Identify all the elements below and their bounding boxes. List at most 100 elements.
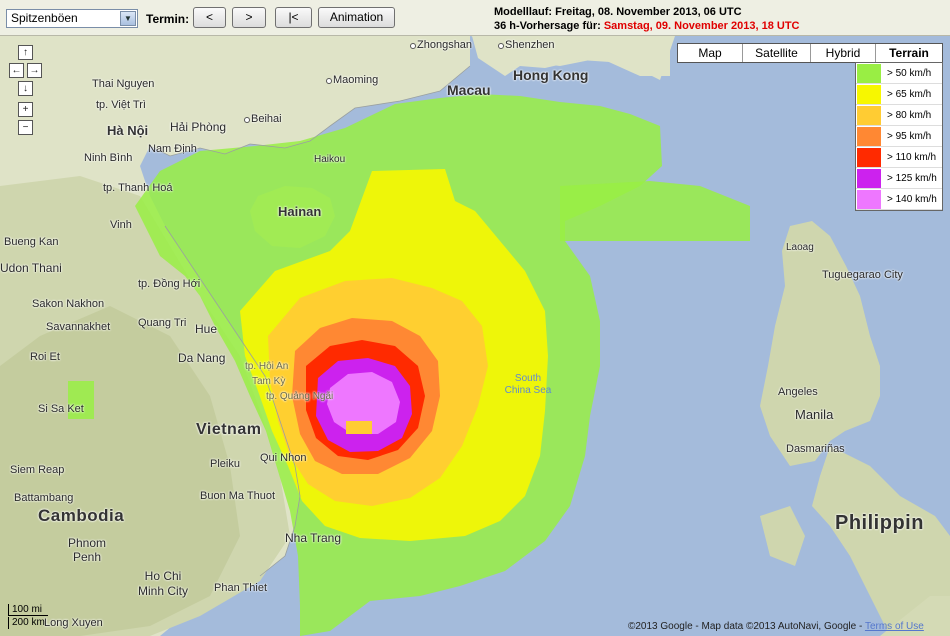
pan-up-button[interactable]: ↑: [18, 45, 33, 60]
label-vinh: Vinh: [110, 219, 132, 231]
forecast-line: 36 h-Vorhersage für: Samstag, 09. Novemb…: [494, 19, 799, 33]
label-long-xuyen: Long Xuyen: [44, 617, 103, 629]
scale-bar: 100 mi 200 km: [8, 604, 52, 629]
label-ho-chi-minh-city: Ho Chi Minh City: [137, 569, 188, 598]
map-type-satellite[interactable]: Satellite: [743, 44, 811, 62]
label-sakon-nakhon: Sakon Nakhon: [32, 298, 105, 310]
next-button[interactable]: >: [232, 7, 266, 28]
prev-button[interactable]: <: [193, 7, 226, 28]
label-quang-ngai: tp. Quảng Ngãi: [266, 391, 334, 402]
pan-down-button[interactable]: ↓: [18, 81, 33, 96]
label-da-nang: Da Nang: [178, 351, 226, 365]
label-pleiku: Pleiku: [210, 458, 240, 470]
label-roi-et: Roi Et: [30, 351, 60, 363]
label-haikou: Haikou: [314, 154, 346, 165]
label-phnom-penh: Phnom Penh: [67, 536, 107, 564]
copyright-text: ©2013 Google - Map data ©2013 AutoNavi, …: [628, 621, 865, 632]
label-siem-reap: Siem Reap: [10, 464, 65, 476]
legend-row: > 110 km/h: [856, 147, 942, 168]
label-quang-tri: Quang Tri: [138, 317, 187, 329]
run-info: Modelllauf: Freitag, 08. November 2013, …: [494, 5, 799, 33]
label-hai-phong: Hải Phòng: [170, 120, 227, 134]
label-beihai: Beihai: [244, 113, 282, 125]
label-south-china-sea: South China Sea: [504, 373, 552, 396]
legend-label: > 50 km/h: [887, 67, 932, 79]
label-hue: Hue: [195, 322, 218, 336]
legend-label: > 110 km/h: [887, 151, 937, 163]
label-nha-trang: Nha Trang: [285, 531, 342, 545]
label-dong-hoi: tp. Đồng Hới: [138, 278, 201, 290]
pan-left-button[interactable]: ←: [9, 63, 24, 78]
label-laoag: Laoag: [786, 242, 814, 253]
chevron-down-icon[interactable]: ▼: [120, 11, 136, 26]
label-ninh-binh: Ninh Bình: [84, 152, 133, 164]
terms-of-use-link[interactable]: Terms of Use: [865, 621, 924, 632]
label-viet-tri: tp. Việt Trì: [96, 99, 146, 111]
legend-swatch: [857, 168, 881, 188]
legend-row: > 80 km/h: [856, 105, 942, 126]
label-phan-thiet: Phan Thiet: [214, 582, 268, 594]
label-buon-ma-thuot: Buon Ma Thuot: [200, 490, 276, 502]
toolbar: Spitzenböen ▼ Termin: < > |< Animation M…: [0, 0, 950, 36]
label-philippines: Philippin: [835, 512, 924, 534]
scale-miles: 100 mi: [8, 604, 48, 616]
termin-label: Termin:: [146, 12, 190, 26]
forecast-time: Samstag, 09. November 2013, 18 UTC: [603, 20, 800, 32]
label-udon-thani: Udon Thani: [0, 261, 62, 275]
legend-label: > 140 km/h: [887, 193, 937, 205]
label-qui-nhon: Qui Nhon: [260, 452, 307, 464]
copyright: ©2013 Google - Map data ©2013 AutoNavi, …: [628, 621, 924, 632]
label-maoming: Maoming: [326, 74, 378, 86]
animation-button[interactable]: Animation: [318, 7, 395, 28]
legend-row: > 140 km/h: [856, 189, 942, 210]
map-type-map[interactable]: Map: [678, 44, 743, 62]
legend-swatch: [857, 63, 881, 83]
label-tam-ky: Tam Kỳ: [252, 376, 286, 387]
map-type-control: Map Satellite Hybrid Terrain: [677, 43, 943, 63]
first-button[interactable]: |<: [275, 7, 312, 28]
label-hoi-an: tp. Hội An: [245, 361, 289, 372]
legend-label: > 95 km/h: [887, 130, 932, 142]
legend-swatch: [857, 84, 881, 104]
legend-label: > 65 km/h: [887, 88, 932, 100]
map-type-hybrid[interactable]: Hybrid: [811, 44, 876, 62]
scale-km: 200 km: [8, 617, 52, 629]
label-manila: Manila: [795, 407, 834, 422]
label-macau: Macau: [447, 82, 491, 98]
label-bueng-kan: Bueng Kan: [4, 236, 59, 248]
wind-legend: > 50 km/h > 65 km/h > 80 km/h > 95 km/h > 11…: [855, 62, 943, 211]
pan-right-button[interactable]: →: [27, 63, 42, 78]
label-cambodia: Cambodia: [38, 506, 125, 525]
legend-label: > 80 km/h: [887, 109, 932, 121]
legend-swatch: [857, 147, 881, 167]
map-canvas[interactable]: Hong Kong Macau Shenzhen Zhongshan Maomi…: [0, 36, 950, 636]
zoom-out-button[interactable]: −: [18, 120, 33, 135]
legend-swatch: [857, 126, 881, 146]
label-zhongshan: Zhongshan: [410, 39, 472, 51]
product-select-value: Spitzenböen: [11, 11, 78, 25]
legend-row: > 50 km/h: [856, 63, 942, 84]
legend-label: > 125 km/h: [887, 172, 937, 184]
label-savannakhet: Savannakhet: [46, 321, 111, 333]
label-shenzhen: Shenzhen: [498, 39, 555, 51]
legend-swatch: [857, 189, 881, 209]
label-ha-noi: Hà Nội: [107, 123, 149, 138]
model-run-text: Modelllauf: Freitag, 08. November 2013, …: [494, 6, 742, 18]
legend-row: > 125 km/h: [856, 168, 942, 189]
forecast-prefix: 36 h-Vorhersage für:: [494, 20, 604, 32]
legend-row: > 65 km/h: [856, 84, 942, 105]
product-select[interactable]: Spitzenböen ▼: [6, 9, 138, 28]
label-nam-dinh: Nam Định: [148, 143, 197, 155]
legend-row: > 95 km/h: [856, 126, 942, 147]
label-dasmarinas: Dasmariñas: [786, 443, 845, 455]
legend-swatch: [857, 105, 881, 125]
map-type-terrain[interactable]: Terrain: [876, 44, 942, 62]
label-thai-nguyen: Thai Nguyen: [92, 78, 155, 90]
label-angeles: Angeles: [778, 386, 818, 398]
label-si-sa-ket: Si Sa Ket: [38, 403, 84, 415]
label-hong-kong: Hong Kong: [513, 67, 589, 83]
zoom-in-button[interactable]: +: [18, 102, 33, 117]
label-thanh-hoa: tp. Thanh Hoá: [103, 182, 173, 194]
label-tuguegarao-city: Tuguegarao City: [822, 269, 903, 281]
label-hainan: Hainan: [278, 204, 322, 219]
